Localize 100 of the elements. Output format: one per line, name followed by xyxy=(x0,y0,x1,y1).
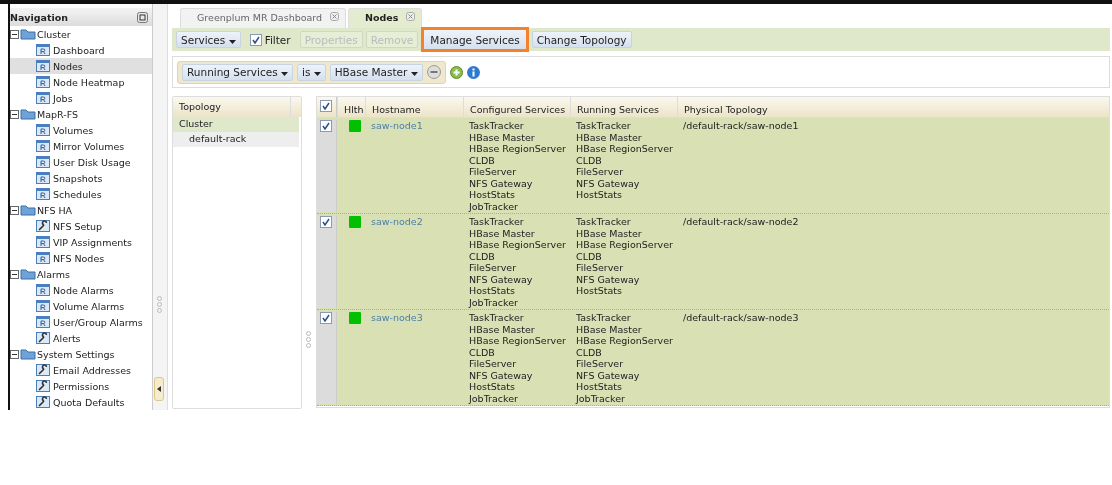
nav-item[interactable]: Volumes xyxy=(10,122,152,138)
folder-icon xyxy=(20,28,36,40)
nav-item[interactable]: Schedules xyxy=(10,186,152,202)
nav-group[interactable]: Cluster xyxy=(37,28,71,40)
nav-group[interactable]: System Settings xyxy=(37,348,115,360)
row-checkbox[interactable] xyxy=(320,120,332,132)
table-cell: NFS Gateway xyxy=(576,273,640,285)
collapse-panel-button[interactable] xyxy=(154,377,164,401)
report-icon xyxy=(36,252,50,264)
report-icon xyxy=(36,140,50,152)
close-icon[interactable] xyxy=(406,12,416,21)
services-menu-button[interactable]: Services xyxy=(176,31,241,48)
table-cell: HostStats xyxy=(576,189,622,201)
report-icon xyxy=(36,236,50,248)
table-cell: JobTracker xyxy=(469,200,518,212)
nav-group[interactable]: Alarms xyxy=(37,268,70,280)
nav-item[interactable]: Dashboard xyxy=(10,42,152,58)
report-icon xyxy=(36,60,50,72)
table-cell: NFS Gateway xyxy=(576,369,640,381)
collapse-icon[interactable] xyxy=(10,269,19,279)
table-cell: TaskTracker xyxy=(576,312,631,324)
nav-item[interactable]: Jobs xyxy=(10,90,152,106)
nav-item[interactable]: User/Group Alarms xyxy=(10,314,152,330)
folder-icon xyxy=(20,348,36,360)
restore-icon[interactable] xyxy=(137,11,148,23)
toolbar-button[interactable]: Change Topology xyxy=(531,31,632,48)
collapse-icon[interactable] xyxy=(10,205,19,215)
collapse-icon[interactable] xyxy=(10,349,19,359)
select-all-checkbox[interactable] xyxy=(320,100,332,112)
table-cell: HostStats xyxy=(469,285,515,297)
nav-item[interactable]: Permissions xyxy=(10,378,152,394)
column-header[interactable]: Physical Topology xyxy=(684,103,768,115)
value-dropdown[interactable]: HBase Master xyxy=(329,63,423,81)
add-icon[interactable] xyxy=(449,65,463,79)
wrench-icon xyxy=(36,380,50,392)
collapse-icon[interactable] xyxy=(10,29,19,39)
navigation-title: Navigation xyxy=(10,11,69,23)
nav-group[interactable]: NFS HA xyxy=(37,204,73,216)
report-icon xyxy=(36,172,50,184)
close-icon[interactable] xyxy=(330,12,340,21)
nav-item[interactable]: Node Heatmap xyxy=(10,74,152,90)
table-cell: FileServer xyxy=(469,262,517,274)
nav-item[interactable]: Snapshots xyxy=(10,170,152,186)
table-cell: HBase Master xyxy=(469,323,535,335)
field-dropdown[interactable]: Running Services xyxy=(182,63,293,81)
nav-item[interactable]: NFS Setup xyxy=(10,218,152,234)
report-icon xyxy=(36,92,50,104)
info-icon[interactable] xyxy=(466,65,480,79)
nav-item[interactable]: User Disk Usage xyxy=(10,154,152,170)
topology-node[interactable]: default-rack xyxy=(173,132,299,147)
folder-icon xyxy=(20,268,36,280)
table-cell: FileServer xyxy=(469,358,517,370)
table-cell: TaskTracker xyxy=(469,216,524,228)
table-cell: FileServer xyxy=(576,166,624,178)
table-cell: FileServer xyxy=(576,358,624,370)
table-cell: CLDB xyxy=(469,346,495,358)
report-icon xyxy=(36,156,50,168)
table-cell: HBase Master xyxy=(469,227,535,239)
table-cell: FileServer xyxy=(576,262,624,274)
table-cell: JobTracker xyxy=(469,296,518,308)
remove-icon[interactable] xyxy=(426,65,441,79)
caret-icon xyxy=(228,39,236,44)
table-cell: HBase Master xyxy=(469,131,535,143)
tab[interactable]: Greenplum MR Dashboard xyxy=(180,8,347,28)
table-cell: CLDB xyxy=(576,250,602,262)
column-header[interactable]: Running Services xyxy=(577,103,659,115)
table-cell: HBase RegionServer xyxy=(576,239,673,251)
report-icon xyxy=(36,300,50,312)
nav-item[interactable]: Alerts xyxy=(10,330,152,346)
topology-node[interactable]: Cluster xyxy=(173,117,299,132)
table-cell: HBase RegionServer xyxy=(469,335,566,347)
table-cell: HBase RegionServer xyxy=(469,143,566,155)
column-header[interactable]: Hostname xyxy=(372,103,421,115)
nav-group[interactable]: MapR-FS xyxy=(37,108,79,120)
table-cell: NFS Gateway xyxy=(469,177,533,189)
column-header[interactable]: Configured Services xyxy=(470,103,566,115)
nav-item[interactable]: Volume Alarms xyxy=(10,298,152,314)
column-header[interactable]: Hlth xyxy=(344,103,364,115)
report-icon xyxy=(36,124,50,136)
nav-item[interactable]: Node Alarms xyxy=(10,282,152,298)
row-checkbox[interactable] xyxy=(320,312,332,324)
nav-item[interactable]: Quota Defaults xyxy=(10,394,152,410)
table-cell: JobTracker xyxy=(576,392,625,404)
report-icon xyxy=(36,44,50,56)
checkbox[interactable] xyxy=(249,33,262,46)
report-icon xyxy=(36,316,50,328)
tab[interactable]: Nodes xyxy=(348,8,423,28)
toolbar-button[interactable]: Manage Services xyxy=(421,27,529,52)
table-cell: CLDB xyxy=(469,154,495,166)
collapse-icon[interactable] xyxy=(10,109,19,119)
table-cell: JobTracker xyxy=(469,392,518,404)
row-checkbox[interactable] xyxy=(320,216,332,228)
wrench-icon xyxy=(36,220,50,232)
nav-item[interactable]: NFS Nodes xyxy=(10,250,152,266)
nav-item[interactable]: VIP Assignments xyxy=(10,234,152,250)
nav-item[interactable]: Mirror Volumes xyxy=(10,138,152,154)
folder-icon xyxy=(20,204,36,216)
nav-item[interactable]: Nodes xyxy=(10,58,152,74)
operator-dropdown[interactable]: is xyxy=(297,63,326,81)
nav-item[interactable]: Email Addresses xyxy=(10,362,152,378)
